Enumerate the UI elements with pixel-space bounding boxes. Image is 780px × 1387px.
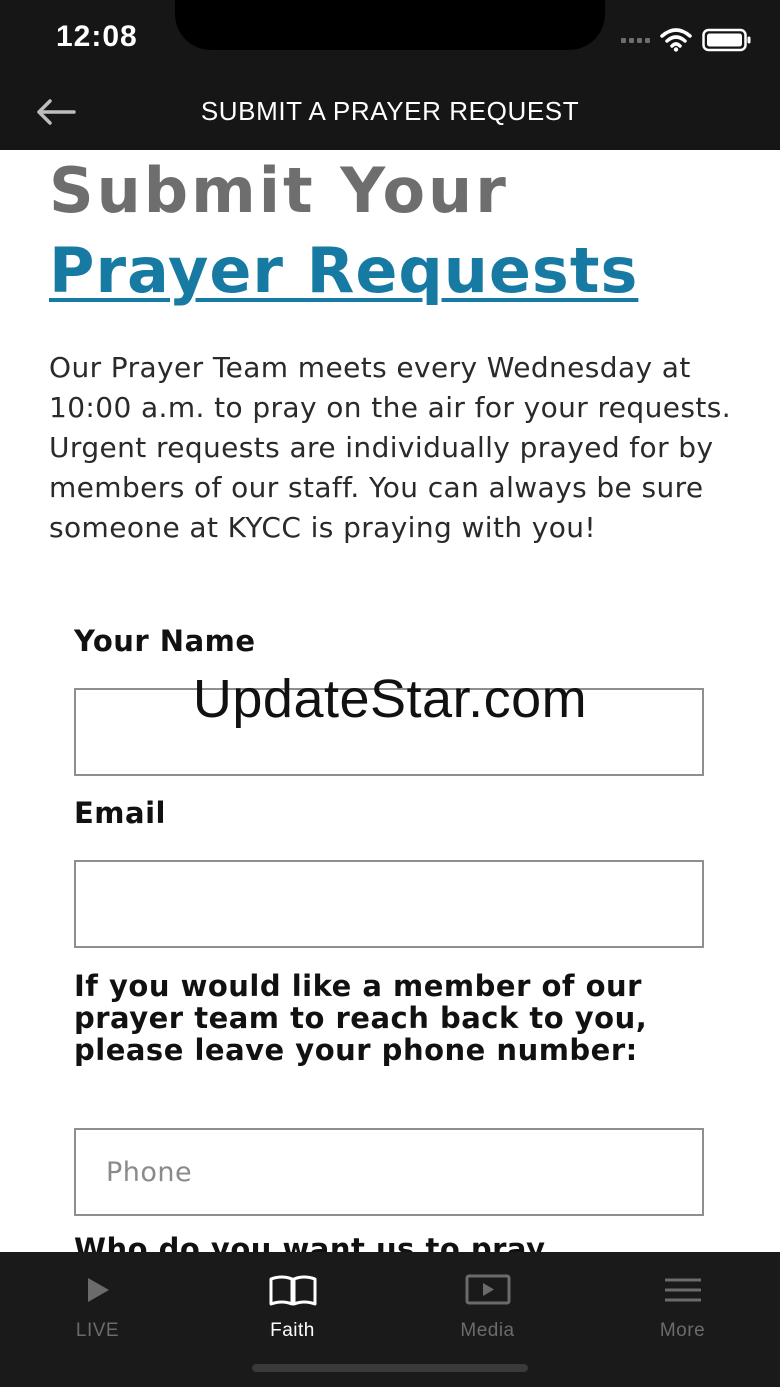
tab-live[interactable]: LIVE bbox=[0, 1252, 195, 1352]
tab-label: LIVE bbox=[75, 1320, 120, 1341]
pray-for-label: Who do you want us to pray bbox=[74, 1232, 546, 1252]
book-icon bbox=[268, 1270, 318, 1310]
prayer-request-content: Submit Your Prayer Requests Our Prayer T… bbox=[0, 150, 780, 1252]
status-time: 12:08 bbox=[56, 20, 138, 53]
battery-icon bbox=[702, 28, 751, 52]
top-bar: 12:08 SUBMIT A PRAYER REQUEST bbox=[0, 0, 780, 150]
video-icon bbox=[464, 1270, 512, 1310]
tab-label: Faith bbox=[270, 1320, 315, 1341]
tab-label: Media bbox=[460, 1320, 515, 1341]
heading-line1: Submit Your bbox=[49, 154, 509, 227]
tab-media[interactable]: Media bbox=[390, 1252, 585, 1352]
app-screen: 12:08 SUBMIT A PRAYER REQUEST Submit You… bbox=[0, 0, 780, 1387]
phone-input[interactable] bbox=[74, 1128, 704, 1216]
cellular-signal-icon bbox=[621, 37, 650, 43]
menu-icon bbox=[663, 1270, 703, 1310]
name-label: Your Name bbox=[74, 624, 256, 658]
tab-label: More bbox=[659, 1320, 706, 1341]
tab-faith[interactable]: Faith bbox=[195, 1252, 390, 1352]
email-label: Email bbox=[74, 796, 166, 830]
name-input[interactable] bbox=[74, 688, 704, 776]
tab-more[interactable]: More bbox=[585, 1252, 780, 1352]
play-icon bbox=[83, 1270, 113, 1310]
device-notch bbox=[175, 0, 605, 50]
wifi-icon bbox=[660, 28, 692, 52]
intro-text: Our Prayer Team meets every Wednesday at… bbox=[49, 351, 732, 544]
heading-line2: Prayer Requests bbox=[49, 234, 639, 307]
email-input[interactable] bbox=[74, 860, 704, 948]
home-indicator[interactable] bbox=[252, 1364, 528, 1372]
phone-label: If you would like a member of our prayer… bbox=[74, 969, 648, 1067]
tab-bar: LIVE Faith Media More bbox=[0, 1252, 780, 1387]
page-title: SUBMIT A PRAYER REQUEST bbox=[200, 96, 580, 126]
status-icons bbox=[621, 26, 752, 54]
